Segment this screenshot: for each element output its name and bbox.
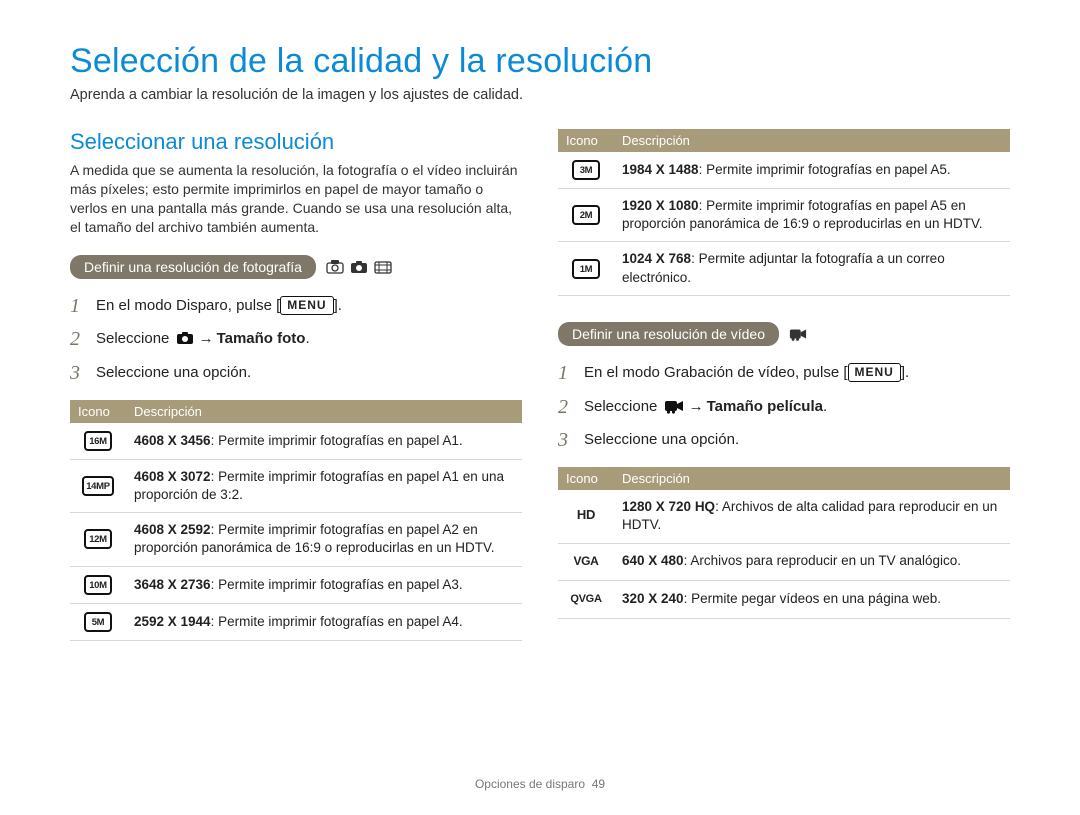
res-icon-14mp: 14MP [82,476,114,496]
arrow-icon: → [686,398,707,415]
table-row: QVGA 320 X 240: Permite pegar vídeos en … [558,580,1010,618]
res-label: 320 X 240 [622,591,684,606]
res-desc: : Archivos para reproducir en un TV anal… [684,553,961,568]
res-label: 4608 X 3072 [134,469,211,484]
arrow-icon: → [196,330,217,347]
table-row: 3M 1984 X 1488: Permite imprimir fotogra… [558,152,1010,189]
res-icon-qvga: QVGA [568,590,603,610]
step-text: Seleccione [584,398,662,415]
video-pill: Definir una resolución de vídeo [558,322,779,346]
step-text: . [305,330,309,347]
section-title: Seleccionar una resolución [70,129,522,155]
video-step-2: Seleccione →Tamaño película. [558,390,1010,424]
camera-mode-icon [350,259,368,275]
camera-icon [176,330,194,346]
res-desc: : Permite imprimir fotografías en papel … [211,433,463,448]
res-desc: : Permite imprimir fotografías en papel … [211,577,463,592]
res-icon-16m: 16M [84,431,112,451]
res-icon-vga: VGA [571,552,600,572]
res-icon-12m: 12M [84,529,112,549]
th-desc: Descripción [614,467,1010,490]
res-desc: : Permite pegar vídeos en una página web… [684,591,941,606]
video-res-table: Icono Descripción HD 1280 X 720 HQ: Arch… [558,467,1010,618]
section-intro: A medida que se aumenta la resolución, l… [70,161,522,237]
res-desc: : Permite imprimir fotografías en papel … [699,162,951,177]
photo-res-table: Icono Descripción 16M 4608 X 3456: Permi… [70,400,522,641]
menu-button-icon: MENU [848,363,901,382]
table-row: 12M 4608 X 2592: Permite imprimir fotogr… [70,513,522,566]
table-row: 10M 3648 X 2736: Permite imprimir fotogr… [70,566,522,603]
smart-mode-icon [326,259,344,275]
table-row: 16M 4608 X 3456: Permite imprimir fotogr… [70,423,522,460]
th-icon: Icono [558,129,614,152]
res-icon-5m: 5M [84,612,112,632]
step-text: Seleccione [96,330,174,347]
res-label: 1984 X 1488 [622,162,699,177]
table-row: VGA 640 X 480: Archivos para reproducir … [558,543,1010,580]
menu-button-icon: MENU [280,296,333,315]
res-icon-1m: 1M [572,259,600,279]
res-label: 1024 X 768 [622,251,691,266]
res-label: 4608 X 2592 [134,522,211,537]
step-text: En el modo Disparo, pulse [ [96,297,280,314]
th-desc: Descripción [614,129,1010,152]
res-icon-hd: HD [572,506,600,526]
res-label: 1920 X 1080 [622,198,699,213]
page-title: Selección de la calidad y la resolución [70,42,1010,81]
table-row: 1M 1024 X 768: Permite adjuntar la fotog… [558,242,1010,295]
video-step-1: En el modo Grabación de vídeo, pulse [ME… [558,356,1010,390]
res-label: 3648 X 2736 [134,577,211,592]
photo-step-1: En el modo Disparo, pulse [MENU]. [70,289,522,323]
photo-res-table-cont: Icono Descripción 3M 1984 X 1488: Permit… [558,129,1010,296]
scene-mode-icon [374,259,392,275]
right-column: Icono Descripción 3M 1984 X 1488: Permit… [558,129,1010,641]
table-row: HD 1280 X 720 HQ: Archivos de alta calid… [558,490,1010,543]
video-mode-icon [789,326,807,342]
step-text: ]. [901,364,909,381]
res-label: 2592 X 1944 [134,614,211,629]
th-desc: Descripción [126,400,522,423]
res-icon-10m: 10M [84,575,112,595]
th-icon: Icono [558,467,614,490]
photo-mode-icons [326,259,392,275]
res-label: 1280 X 720 HQ [622,499,715,514]
res-icon-3m: 3M [572,160,600,180]
video-icon [664,398,684,414]
res-icon-2m: 2M [572,205,600,225]
video-step-3: Seleccione una opción. [558,423,1010,457]
table-row: 5M 2592 X 1944: Permite imprimir fotogra… [70,603,522,640]
video-mode-icons [789,326,807,342]
left-column: Seleccionar una resolución A medida que … [70,129,522,641]
photo-step-3: Seleccione una opción. [70,356,522,390]
footer-page: 49 [592,777,605,791]
th-icon: Icono [70,400,126,423]
res-label: 4608 X 3456 [134,433,211,448]
footer: Opciones de disparo 49 [0,777,1080,791]
page-intro: Aprenda a cambiar la resolución de la im… [70,87,1010,103]
table-row: 14MP 4608 X 3072: Permite imprimir fotog… [70,459,522,512]
step-bold: Tamaño foto [217,330,306,347]
step-bold: Tamaño película [707,398,823,415]
photo-pill: Definir una resolución de fotografía [70,255,316,279]
step-text: ]. [334,297,342,314]
footer-section: Opciones de disparo [475,777,585,791]
res-desc: : Permite imprimir fotografías en papel … [211,614,463,629]
step-text: En el modo Grabación de vídeo, pulse [ [584,364,848,381]
step-text: . [823,398,827,415]
table-row: 2M 1920 X 1080: Permite imprimir fotogra… [558,189,1010,242]
photo-step-2: Seleccione →Tamaño foto. [70,322,522,356]
res-label: 640 X 480 [622,553,684,568]
